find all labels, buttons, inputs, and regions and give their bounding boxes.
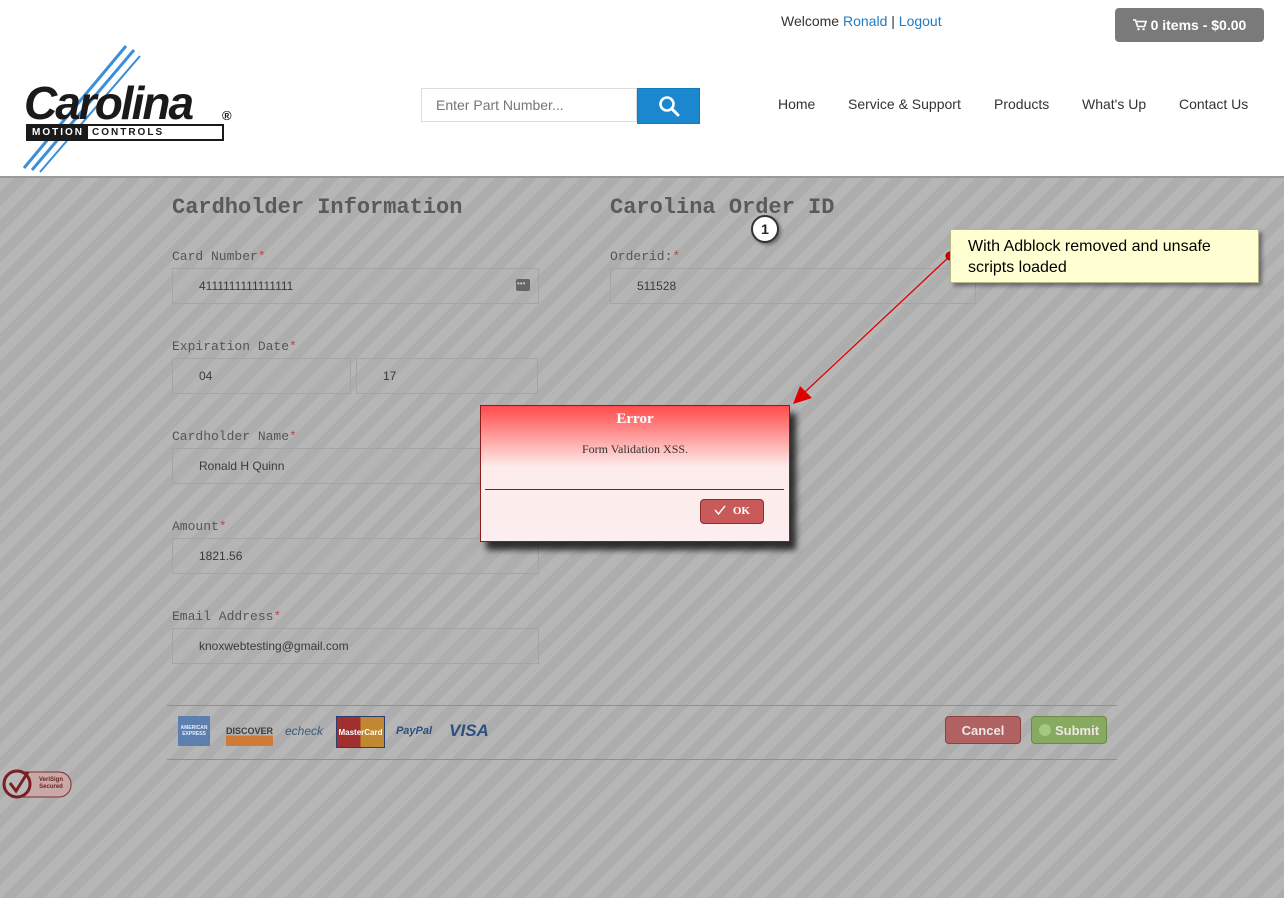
amount-field[interactable]: 1821.56 <box>172 538 539 574</box>
echeck-logo: echeck <box>284 724 324 738</box>
nav-whats-up[interactable]: What's Up <box>1082 96 1146 112</box>
error-dialog: Error Form Validation XSS. OK <box>480 405 790 542</box>
cart-label: 0 items - $0.00 <box>1150 17 1247 33</box>
cancel-button[interactable]: Cancel <box>945 716 1021 744</box>
search-icon <box>658 96 679 117</box>
welcome-separator: | <box>891 13 895 29</box>
required-marker: * <box>273 609 282 624</box>
cardholder-name-label-text: Cardholder Name <box>172 429 290 444</box>
user-name-link[interactable]: Ronald <box>843 13 887 29</box>
card-number-label-text: Card Number <box>172 249 258 264</box>
required-marker: * <box>289 339 297 354</box>
part-search <box>421 88 701 124</box>
carolina-logo[interactable]: Carolina ® MOTION CONTROLS <box>20 44 240 174</box>
logo-subtitle: MOTION CONTROLS <box>26 124 224 141</box>
mastercard-logo: MasterCard <box>336 716 385 748</box>
expiration-label: Expiration Date* <box>172 339 297 354</box>
expiration-label-text: Expiration Date <box>172 339 290 354</box>
cardholder-name-label: Cardholder Name* <box>172 429 297 444</box>
payment-divider-top <box>167 705 1117 706</box>
exp-year-value: 17 <box>383 369 397 383</box>
cart-icon <box>1132 17 1151 33</box>
card-number-label: Card Number* <box>172 249 266 264</box>
cardholder-name-field[interactable]: Ronald H Quinn <box>172 448 481 484</box>
annotation-callout: With Adblock removed and unsafe scripts … <box>950 229 1259 283</box>
submit-button-label: Submit <box>1054 723 1100 738</box>
order-id-label: Orderid:* <box>610 249 680 264</box>
step-number-badge: 1 <box>751 215 779 243</box>
amex-logo: AMERICAN EXPRESS <box>178 716 210 746</box>
order-id-field[interactable]: 511528 <box>610 268 976 304</box>
email-value: knoxwebtesting@gmail.com <box>199 639 349 653</box>
required-marker: * <box>257 249 266 264</box>
visa-logo: VISA <box>449 721 489 740</box>
discover-logo: DISCOVER <box>226 716 273 746</box>
verisign-seal[interactable]: VeriSign Secured <box>2 768 72 800</box>
logo-registered: ® <box>222 108 232 123</box>
logo-sub-motion: MOTION <box>28 126 88 139</box>
exp-year-field[interactable]: 17 <box>356 358 538 394</box>
nav-products[interactable]: Products <box>994 96 1049 112</box>
order-id-value: 511528 <box>637 279 677 293</box>
amount-label-text: Amount <box>172 519 219 534</box>
site-header: Carolina ® MOTION CONTROLS Welcome Ronal… <box>0 0 1284 176</box>
logo-wordmark: Carolina <box>24 77 194 129</box>
cart-button[interactable]: 0 items - $0.00 <box>1115 8 1264 42</box>
dialog-separator <box>485 489 784 490</box>
amount-value: 1821.56 <box>199 549 243 563</box>
required-marker: * <box>289 429 297 444</box>
card-number-value: 4111111111111111 <box>199 279 294 293</box>
required-marker: * <box>218 519 227 534</box>
card-autofill-icon[interactable] <box>516 267 530 301</box>
verisign-label: VeriSign Secured <box>38 777 63 790</box>
nav-home[interactable]: Home <box>778 96 815 112</box>
dialog-message: Form Validation XSS. <box>581 442 689 456</box>
email-label: Email Address* <box>172 609 281 624</box>
check-icon <box>1038 724 1051 736</box>
order-id-label-text: Orderid: <box>610 249 673 264</box>
exp-month-field[interactable]: 04 <box>172 358 351 394</box>
required-marker: * <box>672 249 681 264</box>
amount-label: Amount* <box>172 519 227 534</box>
card-number-field[interactable]: 4111111111111111 <box>172 267 539 304</box>
order-section-title: Carolina Order ID <box>610 195 835 220</box>
check-icon <box>714 505 733 517</box>
ok-button-label: OK <box>732 505 750 517</box>
submit-button[interactable]: Submit <box>1031 716 1107 744</box>
logo-sub-controls: CONTROLS <box>92 127 165 138</box>
welcome-bar: Welcome Ronald | Logout <box>781 13 942 29</box>
dialog-title: Error <box>616 411 654 427</box>
nav-service-support[interactable]: Service & Support <box>848 96 961 112</box>
part-number-input[interactable] <box>421 88 637 122</box>
logout-link[interactable]: Logout <box>899 13 942 29</box>
payment-divider-bottom <box>167 759 1117 760</box>
email-field[interactable]: knoxwebtesting@gmail.com <box>172 628 539 664</box>
nav-contact-us[interactable]: Contact Us <box>1179 96 1248 112</box>
cardholder-section-title: Cardholder Information <box>172 195 463 220</box>
cardholder-name-value: Ronald H Quinn <box>199 459 285 473</box>
ok-button[interactable]: OK <box>700 499 764 524</box>
exp-month-value: 04 <box>199 369 213 383</box>
paypal-logo: PayPal <box>395 725 433 737</box>
welcome-text: Welcome <box>781 13 840 29</box>
search-button[interactable] <box>637 88 700 124</box>
email-label-text: Email Address <box>172 609 274 624</box>
cancel-button-label: Cancel <box>961 723 1005 738</box>
